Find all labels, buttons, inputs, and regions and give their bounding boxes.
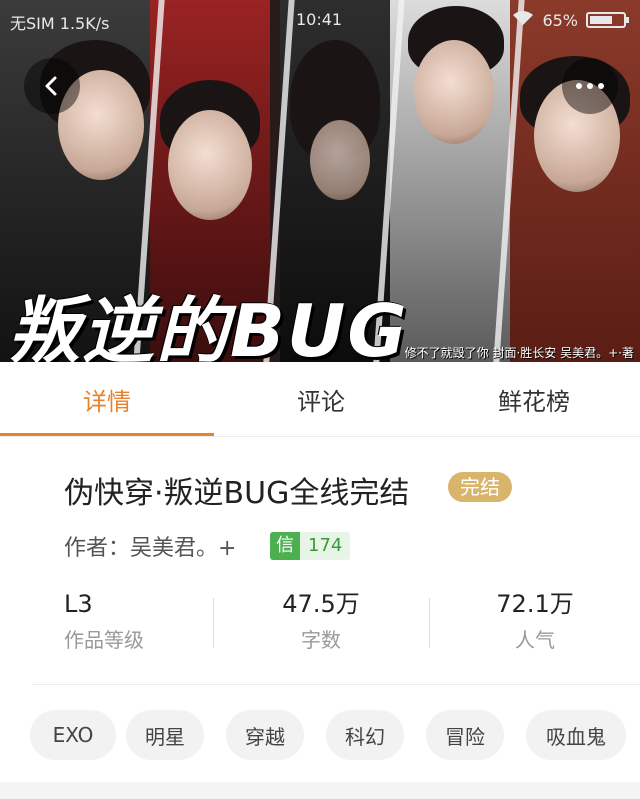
cover-title: 叛逆的BUG [8, 289, 409, 362]
clock: 10:41 [296, 10, 343, 29]
tag-chip[interactable]: 科幻 [326, 710, 404, 760]
xin-count: 174 [300, 532, 351, 560]
status-badge: 完结 [448, 472, 512, 502]
back-button[interactable] [24, 58, 80, 114]
stat-divider [429, 598, 430, 648]
tag-chip[interactable]: 穿越 [226, 710, 304, 760]
tab-comments[interactable]: 评论 [214, 362, 428, 436]
stat-label: 字数 [301, 628, 341, 652]
xin-badge[interactable]: 信 174 [270, 532, 351, 560]
cover-figure-face [414, 40, 494, 144]
stat-value: 72.1万 [496, 590, 574, 618]
stat-word-count: 47.5万 字数 [214, 588, 428, 653]
tag-chip[interactable]: 明星 [126, 710, 204, 760]
stat-label: 作品等级 [64, 628, 144, 652]
stats-row: L3 作品等级 47.5万 字数 72.1万 人气 [0, 588, 640, 658]
status-bar: 无SIM 1.5K/s 10:41 65% [0, 0, 640, 40]
tab-bar: 详情 评论 鲜花榜 [0, 362, 640, 437]
cover-banner: 叛逆的BUG 修不了就毁了你 封面·胜长安 吴美君。+·著 无SIM 1.5K/… [0, 0, 640, 362]
bottom-spacer [0, 782, 640, 799]
stat-label: 人气 [515, 628, 555, 652]
stat-divider [213, 598, 214, 648]
book-title: 伪快穿·叛逆BUG全线完结 [64, 476, 410, 511]
more-button[interactable] [562, 58, 618, 114]
wifi-icon [512, 10, 534, 30]
tab-flower-rank[interactable]: 鲜花榜 [428, 362, 640, 436]
tag-list: EXO 明星 穿越 科幻 冒险 吸血鬼 [30, 710, 640, 760]
section-divider [32, 684, 640, 685]
tag-chip[interactable]: 吸血鬼 [526, 710, 626, 760]
tag-chip[interactable]: 冒险 [426, 710, 504, 760]
stat-value: 47.5万 [282, 590, 360, 618]
cover-figure-face [310, 120, 370, 200]
stat-level: L3 作品等级 [0, 588, 214, 653]
chevron-left-icon [45, 76, 57, 96]
active-tab-indicator [0, 433, 214, 436]
author-name[interactable]: 作者：吴美君。+ [64, 530, 236, 562]
battery-percent: 65% [542, 10, 578, 30]
xin-label: 信 [270, 532, 300, 560]
more-dots-icon [576, 83, 604, 89]
cover-credits: 修不了就毁了你 封面·胜长安 吴美君。+·著 [404, 346, 634, 360]
tag-chip[interactable]: EXO [30, 710, 116, 760]
status-right: 65% [512, 10, 629, 30]
stat-popularity: 72.1万 人气 [428, 588, 640, 653]
battery-icon [586, 12, 629, 28]
stat-value: L3 [64, 590, 93, 618]
cover-figure-face [168, 110, 252, 220]
carrier-speed: 无SIM 1.5K/s [10, 14, 110, 33]
tab-details[interactable]: 详情 [0, 362, 214, 436]
